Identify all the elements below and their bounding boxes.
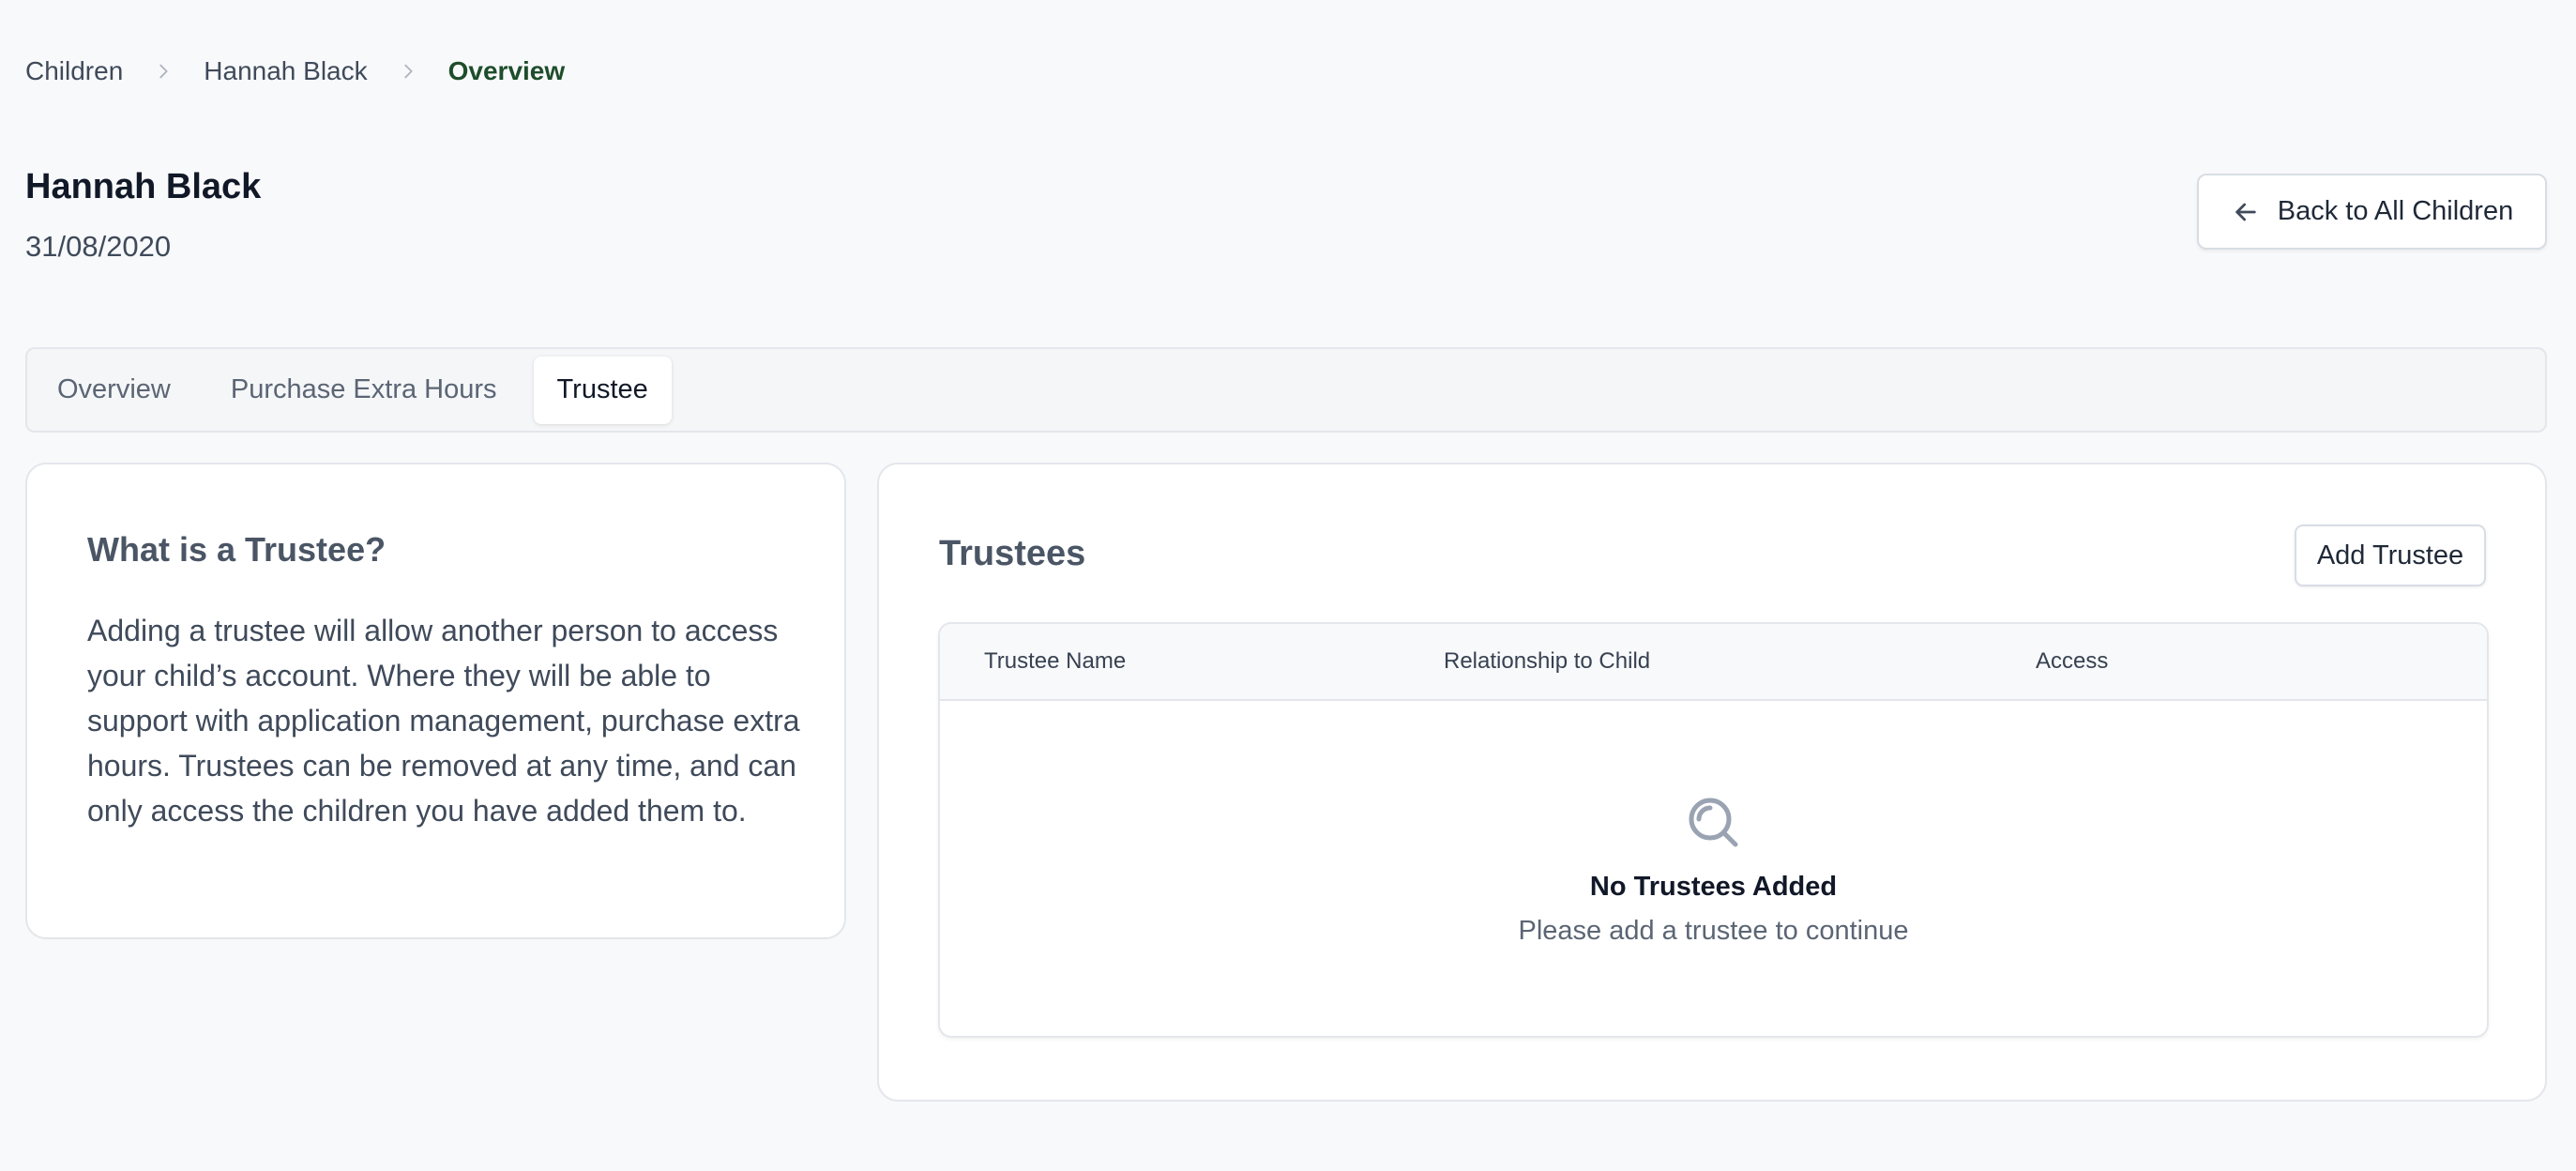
- trustee-info-card: What is a Trustee? Adding a trustee will…: [25, 463, 846, 939]
- empty-state-text: Please add a trustee to continue: [1518, 916, 1909, 946]
- table-header: Trustee Name Relationship to Child Acces…: [940, 624, 2487, 701]
- info-card-title: What is a Trustee?: [87, 530, 386, 569]
- page-title: Hannah Black: [25, 167, 262, 206]
- child-date-of-birth: 31/08/2020: [25, 230, 172, 263]
- tab-trustee[interactable]: Trustee: [533, 356, 672, 424]
- column-header-relationship: Relationship to Child: [1444, 648, 1651, 674]
- trustees-card: Trustees Add Trustee Trustee Name Relati…: [877, 463, 2547, 1102]
- arrow-left-icon: [2235, 203, 2256, 221]
- breadcrumb: Children Hannah Black Overview: [25, 54, 565, 88]
- chevron-right-icon: [398, 61, 418, 82]
- search-icon: [1689, 798, 1737, 847]
- add-trustee-button[interactable]: Add Trustee: [2295, 525, 2486, 586]
- breadcrumb-item-child[interactable]: Hannah Black: [204, 56, 367, 86]
- breadcrumb-item-current: Overview: [447, 56, 566, 85]
- back-to-all-children-button[interactable]: Back to All Children: [2197, 174, 2547, 250]
- trustees-title: Trustees: [939, 534, 1086, 573]
- trustees-table: Trustee Name Relationship to Child Acces…: [938, 622, 2489, 1038]
- tab-bar: Overview Purchase Extra Hours Trustee: [25, 347, 2547, 433]
- tab-purchase-extra-hours[interactable]: Purchase Extra Hours: [207, 357, 521, 424]
- tab-overview[interactable]: Overview: [34, 357, 194, 424]
- column-header-trustee-name: Trustee Name: [984, 648, 1127, 674]
- column-header-access: Access: [2036, 648, 2109, 674]
- breadcrumb-item-children[interactable]: Children: [25, 56, 123, 86]
- chevron-right-icon: [153, 61, 174, 82]
- info-card-text: Adding a trustee will allow another pers…: [87, 614, 800, 828]
- back-button-label: Back to All Children: [2277, 196, 2514, 226]
- empty-state-title: No Trustees Added: [1589, 872, 1838, 902]
- empty-state: No Trustees Added Please add a trustee t…: [940, 701, 2487, 1036]
